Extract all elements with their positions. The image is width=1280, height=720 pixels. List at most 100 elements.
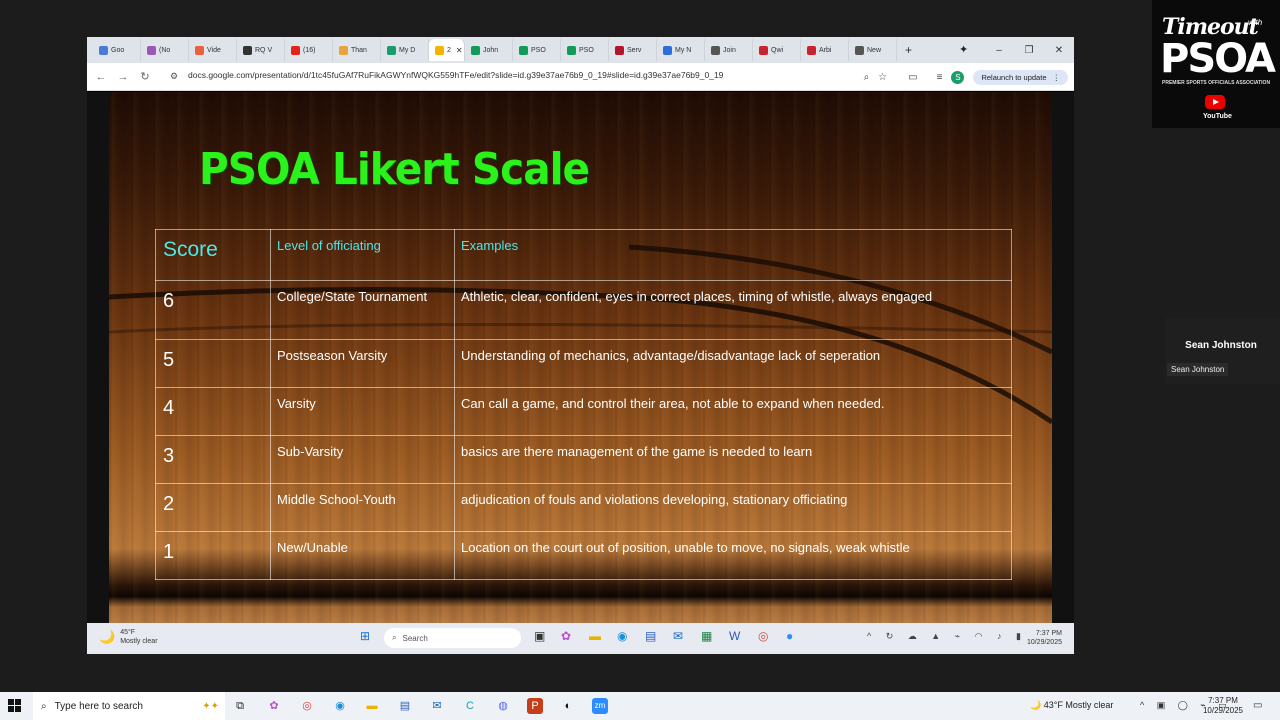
- url-field[interactable]: docs.google.com/presentation/d/1tc45fuGA…: [188, 70, 723, 80]
- tab-favicon-icon: [471, 45, 480, 55]
- task-view-icon[interactable]: ▣: [534, 629, 545, 643]
- example-cell: Location on the court out of position, u…: [454, 531, 1012, 580]
- gemini-icon[interactable]: ✦: [959, 43, 968, 56]
- slide-viewport: PSOA Likert Scale Score Level of officia…: [87, 92, 1074, 623]
- tab-favicon-icon: [807, 45, 816, 55]
- table-row: 1 New/Unable Location on the court out of …: [155, 531, 1012, 580]
- edge-icon[interactable]: ◉: [617, 629, 627, 643]
- site-info-icon[interactable]: ⚙: [170, 71, 178, 82]
- task-view-icon[interactable]: ⧉: [232, 698, 248, 714]
- cast-icon[interactable]: ▭: [908, 72, 917, 83]
- copilot-sparkle-icon: ✦✦: [202, 700, 219, 712]
- browser-tab[interactable]: RQ V: [237, 39, 285, 61]
- tab-label: (16): [303, 46, 316, 54]
- tab-close-icon[interactable]: ✕: [456, 46, 463, 55]
- tab-label: My D: [399, 46, 416, 54]
- edge-icon[interactable]: ◉: [332, 698, 348, 714]
- participant-tile[interactable]: Sean Johnston Sean Johnston: [1165, 318, 1280, 384]
- tab-label: Join: [723, 46, 736, 54]
- file-explorer-icon[interactable]: ▬: [364, 698, 380, 714]
- minimize-button[interactable]: –: [984, 45, 1014, 56]
- discord-icon[interactable]: ◍: [495, 698, 511, 714]
- remote-system-tray[interactable]: ^ ↻ ☁ ▲ ⌁ ◠ ♪ ▮: [867, 631, 1027, 642]
- bookmark-star-icon[interactable]: ☆: [878, 72, 887, 83]
- browser-tab[interactable]: 2 ✕: [429, 39, 465, 61]
- search-icon: ⌕: [41, 700, 47, 712]
- reload-icon[interactable]: ↻: [134, 70, 156, 83]
- browser-tab[interactable]: Join: [705, 39, 753, 61]
- tab-favicon-icon: [195, 45, 204, 55]
- tab-label: Vide: [207, 46, 221, 54]
- likert-table: Score Level of officiating Examples 6 Col…: [155, 229, 1012, 580]
- host-clock[interactable]: 7:37 PM 10/29/2025: [1200, 696, 1246, 716]
- excel-icon[interactable]: ▦: [701, 629, 712, 643]
- forward-icon[interactable]: →: [112, 71, 134, 83]
- browser-tab[interactable]: PSO: [513, 39, 561, 61]
- browser-tab[interactable]: Goo: [93, 39, 141, 61]
- weather-moon-icon: 🌙: [99, 629, 116, 644]
- browser-tab[interactable]: John: [465, 39, 513, 61]
- tab-favicon-icon: [387, 45, 396, 55]
- browser-tab[interactable]: (No: [141, 39, 189, 61]
- tab-label: Than: [351, 46, 367, 54]
- search-icon: ⌕: [392, 633, 397, 642]
- chrome-icon[interactable]: ◎: [299, 698, 315, 714]
- example-cell: Understanding of mechanics, advantage/di…: [454, 339, 1012, 388]
- host-search-box[interactable]: ⌕ Type here to search ✦✦: [33, 692, 225, 720]
- level-cell: Varsity: [270, 387, 455, 436]
- browser-tab[interactable]: New: [849, 39, 897, 61]
- windows-start-icon[interactable]: ⊞: [360, 629, 370, 643]
- remote-weather-widget[interactable]: 🌙 45°F Mostly clear: [99, 628, 158, 646]
- chrome-icon[interactable]: ◎: [758, 629, 768, 643]
- store-icon[interactable]: ▤: [397, 698, 413, 714]
- slide: PSOA Likert Scale Score Level of officia…: [109, 92, 1052, 623]
- level-cell: Postseason Varsity: [270, 339, 455, 388]
- close-button[interactable]: ✕: [1044, 45, 1074, 56]
- window-controls: – ❐ ✕: [984, 37, 1074, 63]
- tab-label: (No: [159, 46, 171, 54]
- new-tab-button[interactable]: +: [905, 43, 919, 57]
- tab-label: Qwi: [771, 46, 784, 54]
- maximize-button[interactable]: ❐: [1014, 45, 1044, 56]
- tab-favicon-icon: [147, 45, 156, 55]
- word-icon[interactable]: W: [729, 629, 740, 643]
- canva-icon[interactable]: C: [462, 698, 478, 714]
- remote-search-box[interactable]: ⌕ Search: [384, 628, 521, 648]
- browser-tab[interactable]: Qwi: [753, 39, 801, 61]
- zoom-icon[interactable]: ⌕: [864, 72, 870, 83]
- file-explorer-icon[interactable]: ▬: [589, 629, 601, 643]
- media-icon[interactable]: ≡: [937, 72, 943, 83]
- windows-start-icon[interactable]: [8, 699, 22, 713]
- score-cell: 5: [155, 339, 271, 388]
- browser-tab[interactable]: My N: [657, 39, 705, 61]
- relaunch-button[interactable]: Relaunch to update ⋮: [973, 69, 1068, 85]
- channel-logo: Timeout with PSOA PREMIER SPORTS OFFICIA…: [1152, 0, 1280, 128]
- shared-screen: Goo (No Vide RQ V (16) Than My D 2 ✕ John PSO PSO Se…: [87, 37, 1074, 654]
- score-header: Score: [155, 229, 271, 281]
- zoom-app-icon[interactable]: zm: [592, 698, 608, 714]
- host-weather-widget[interactable]: 🌙 43°F Mostly clear: [1030, 700, 1113, 711]
- tab-label: PSO: [579, 46, 594, 54]
- outlook-icon[interactable]: ✉: [429, 698, 445, 714]
- powerpoint-icon[interactable]: P: [527, 698, 543, 714]
- browser-tab[interactable]: (16): [285, 39, 333, 61]
- level-cell: College/State Tournament: [270, 280, 455, 340]
- copilot-icon[interactable]: ✿: [561, 629, 571, 643]
- store-icon[interactable]: ▤: [645, 629, 656, 643]
- back-icon[interactable]: ←: [90, 71, 112, 83]
- browser-tab[interactable]: Serv: [609, 39, 657, 61]
- zoom-app-icon[interactable]: ●: [786, 629, 793, 643]
- browser-tab[interactable]: PSO: [561, 39, 609, 61]
- notification-icon[interactable]: ▭: [1253, 700, 1262, 711]
- browser-tab[interactable]: Arbi: [801, 39, 849, 61]
- browser-tab[interactable]: My D: [381, 39, 429, 61]
- tab-label: Serv: [627, 46, 642, 54]
- remote-clock[interactable]: 7:37 PM 10/29/2025: [1027, 629, 1062, 647]
- browser-tab[interactable]: Than: [333, 39, 381, 61]
- browser-tab[interactable]: Vide: [189, 39, 237, 61]
- outlook-icon[interactable]: ✉: [673, 629, 683, 643]
- obs-icon[interactable]: ◐: [560, 698, 576, 714]
- profile-avatar[interactable]: S: [951, 70, 965, 84]
- copilot-icon[interactable]: ✿: [266, 698, 282, 714]
- score-cell: 4: [155, 387, 271, 436]
